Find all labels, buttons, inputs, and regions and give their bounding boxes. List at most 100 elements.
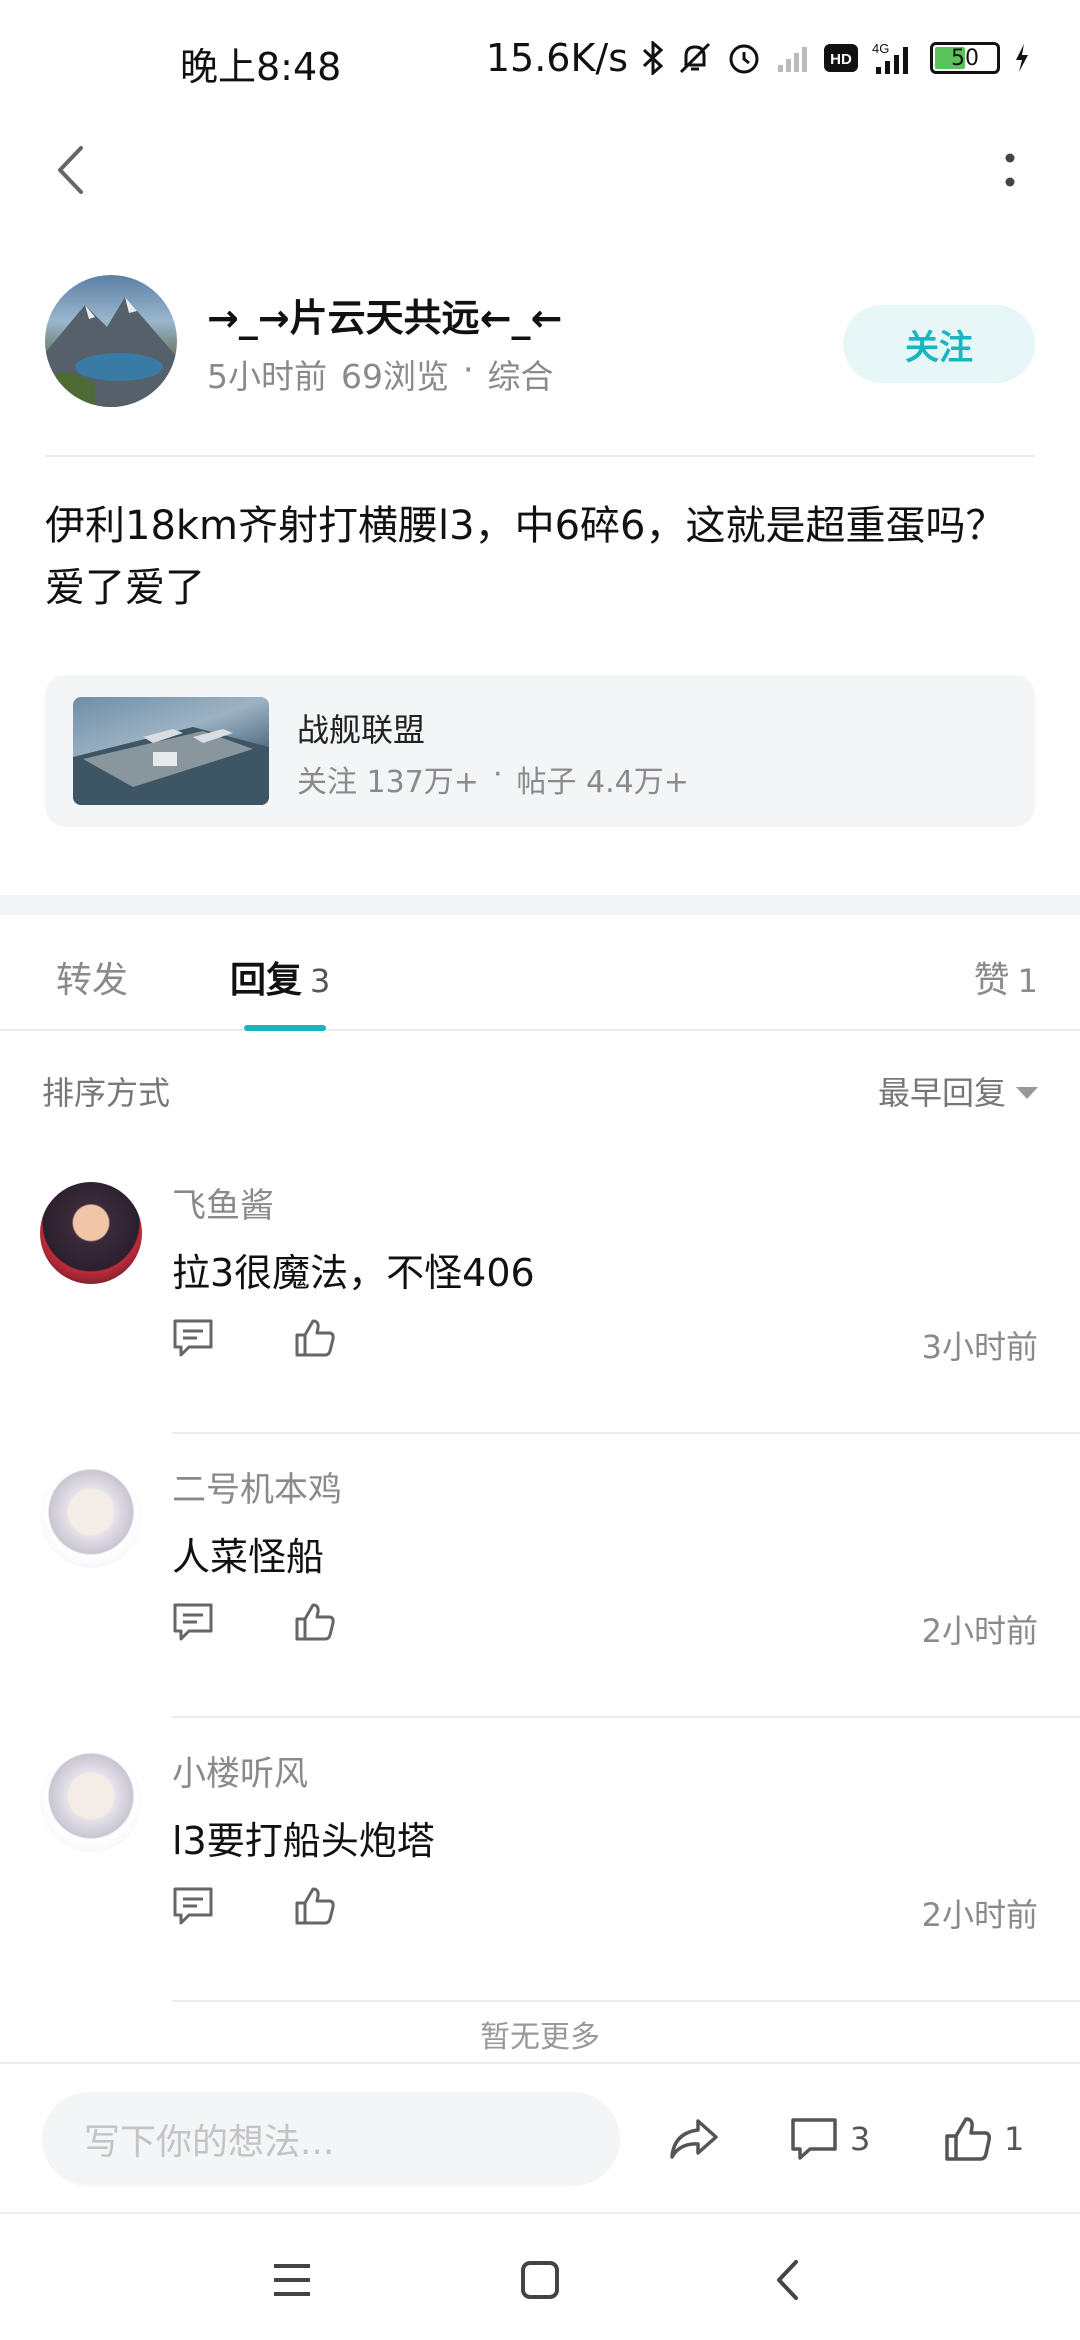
caret-down-icon <box>1016 1087 1038 1099</box>
home-button[interactable] <box>510 2250 570 2310</box>
forum-followers: 关注 137万+ <box>297 765 479 800</box>
tab-reply-label: 回复 <box>230 960 303 1001</box>
reply-item: 二号机本鸡 人菜怪船 2小时前 <box>0 1466 1080 1750</box>
menu-icon <box>274 2264 310 2296</box>
battery-icon: 50 <box>930 42 1000 74</box>
chevron-left-icon <box>777 2260 798 2300</box>
status-indicators: 15.6K/s HD 4G 50 <box>486 36 1030 80</box>
reply-text: l3要打船头炮塔 <box>172 1819 435 1863</box>
sort-label: 排序方式 <box>42 1074 171 1112</box>
tab-forward-label: 转发 <box>56 960 129 1001</box>
status-bar: 晚上8:48 15.6K/s HD 4G 50 <box>0 0 1080 130</box>
no-more-label: 暂无更多 <box>480 2020 600 2055</box>
status-time: 晚上8:48 <box>180 45 342 89</box>
forum-posts: 帖子 4.4万+ <box>516 765 689 800</box>
tab-like-count: 1 <box>1017 962 1038 1000</box>
forum-stats: 关注 137万+ · 帖子 4.4万+ <box>297 757 689 801</box>
comment-icon <box>791 2118 837 2160</box>
like-count: 1 <box>1004 2120 1025 2158</box>
recent-apps-button[interactable] <box>262 2250 322 2310</box>
section-divider <box>0 895 1080 915</box>
signal-weak-icon <box>776 43 810 73</box>
mountain-lake-image <box>45 297 177 407</box>
sort-row: 排序方式 最早回复 <box>42 1060 1038 1120</box>
comment-count: 3 <box>850 2120 871 2158</box>
tab-reply[interactable]: 回复 3 <box>230 951 330 1003</box>
thumbs-up-icon <box>945 2117 991 2161</box>
forum-name: 战舰联盟 <box>297 711 426 749</box>
chevron-left-icon <box>58 146 83 194</box>
thumbs-up-icon[interactable] <box>294 1886 336 1926</box>
charging-icon <box>1014 43 1030 73</box>
back-button[interactable] <box>40 135 100 205</box>
reply-divider <box>172 1716 1080 1718</box>
reply-item: 小楼听风 l3要打船头炮塔 2小时前 <box>0 1750 1080 2034</box>
reply-author[interactable]: 飞鱼酱 <box>172 1178 274 1227</box>
square-icon <box>521 2261 559 2299</box>
reply-avatar[interactable] <box>40 1182 142 1284</box>
author-header: →_→片云天共远←_← 5小时前 69浏览 · 综合 关注 <box>45 275 1035 415</box>
reply-avatar[interactable] <box>40 1750 142 1852</box>
thumbs-up-icon[interactable] <box>294 1602 336 1642</box>
reply-author[interactable]: 小楼听风 <box>172 1746 308 1795</box>
tab-like-label: 赞 <box>973 960 1010 1001</box>
share-button[interactable] <box>668 2104 720 2174</box>
aircraft-carrier-image <box>73 727 269 805</box>
sort-dropdown[interactable]: 最早回复 <box>878 1068 1038 1114</box>
reply-time: 3小时前 <box>921 1328 1038 1366</box>
author-name[interactable]: →_→片云天共远←_← <box>207 287 562 342</box>
system-nav-bar <box>0 2212 1080 2340</box>
forum-thumbnail <box>73 697 269 805</box>
reply-time: 2小时前 <box>921 1612 1038 1650</box>
comment-icon[interactable] <box>172 1602 214 1642</box>
view-count: 69浏览 <box>341 357 449 396</box>
network-type: 4G <box>872 41 889 56</box>
reply-divider <box>172 2000 1080 2002</box>
reply-divider <box>172 1432 1080 1434</box>
system-back-button[interactable] <box>758 2250 818 2310</box>
mute-icon <box>678 41 712 75</box>
post-time: 5小时前 <box>207 357 327 396</box>
header-divider <box>45 455 1035 457</box>
author-avatar[interactable] <box>45 275 177 407</box>
comment-input[interactable]: 写下你的想法... <box>42 2092 620 2186</box>
tab-forward[interactable]: 转发 <box>56 951 128 1003</box>
follow-button[interactable]: 关注 <box>843 305 1035 383</box>
reply-text: 拉3很魔法，不怪406 <box>172 1251 535 1295</box>
signal-4g-icon: 4G <box>872 41 916 75</box>
thumbs-up-icon[interactable] <box>294 1318 336 1358</box>
alarm-icon <box>726 40 762 76</box>
comment-icon[interactable] <box>172 1886 214 1926</box>
reply-actions <box>172 1602 336 1642</box>
forum-stats-separator: · <box>492 757 503 792</box>
sort-value: 最早回复 <box>877 1074 1006 1112</box>
reply-author[interactable]: 二号机本鸡 <box>172 1462 342 1511</box>
net-speed: 15.6K/s <box>485 36 628 80</box>
reply-avatar[interactable] <box>40 1466 142 1568</box>
reply-item: 飞鱼酱 拉3很魔法，不怪406 3小时前 <box>0 1182 1080 1466</box>
reply-time: 2小时前 <box>921 1896 1038 1934</box>
post-content: 伊利18km齐射打横腰l3，中6碎6，这就是超重蛋吗？爱了爱了 <box>45 503 1006 611</box>
hd-badge: HD <box>824 44 858 72</box>
like-button[interactable]: 1 <box>944 2104 1024 2174</box>
post-category: 综合 <box>487 357 554 396</box>
share-icon <box>670 2119 718 2159</box>
bottom-action-bar: 写下你的想法... 3 1 <box>0 2062 1080 2212</box>
tab-reply-count: 3 <box>310 962 331 1000</box>
battery-level: 50 <box>951 45 979 71</box>
top-nav <box>0 130 1080 210</box>
comment-button[interactable]: 3 <box>790 2104 870 2174</box>
more-vertical-icon <box>1005 153 1015 187</box>
reply-actions <box>172 1318 336 1358</box>
reply-text: 人菜怪船 <box>172 1535 325 1579</box>
meta-separator: · <box>463 350 474 389</box>
reply-tabs: 转发 回复 3 赞1 <box>0 915 1080 1031</box>
bluetooth-icon <box>642 41 664 75</box>
reply-actions <box>172 1886 336 1926</box>
post-meta: 5小时前 69浏览 · 综合 <box>207 350 554 398</box>
forum-card[interactable]: 战舰联盟 关注 137万+ · 帖子 4.4万+ <box>45 675 1035 827</box>
more-button[interactable] <box>980 135 1040 205</box>
tab-like[interactable]: 赞1 <box>974 951 1038 1003</box>
hd-badge-label: HD <box>830 51 852 68</box>
comment-icon[interactable] <box>172 1318 214 1358</box>
